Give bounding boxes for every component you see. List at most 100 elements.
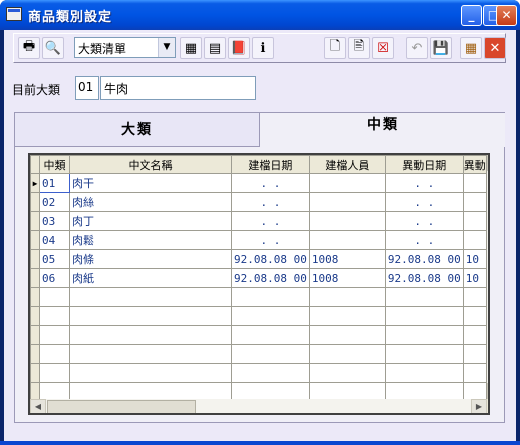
grid-cell[interactable]: . . xyxy=(384,230,464,250)
grid-cell[interactable]: 92.08.08 00 xyxy=(384,249,464,269)
grid-cell[interactable]: 1008 xyxy=(308,268,386,288)
column-header[interactable]: 中類 xyxy=(39,155,70,174)
grid-cell[interactable]: . . xyxy=(384,211,464,231)
book-icon[interactable]: 📕 xyxy=(228,37,250,59)
column-header[interactable]: 異動日期 xyxy=(384,155,464,174)
grid-cell[interactable] xyxy=(462,363,487,383)
grid-cell[interactable]: 03 xyxy=(39,211,70,231)
tab-minor-category[interactable]: 中類 xyxy=(261,113,505,147)
horizontal-scrollbar[interactable]: ◀ ▶ xyxy=(30,399,487,413)
grid-cell[interactable] xyxy=(308,287,386,307)
grid-cell[interactable] xyxy=(69,287,232,307)
grid-cell[interactable]: 肉絲 xyxy=(69,192,232,212)
column-header[interactable]: 異動 xyxy=(462,155,487,174)
grid-cell[interactable]: 92.08.08 00 xyxy=(384,268,464,288)
grid-cell[interactable] xyxy=(384,344,464,364)
grid-cell[interactable] xyxy=(231,344,310,364)
close-button[interactable]: ✕ xyxy=(496,5,517,26)
grid-cell[interactable] xyxy=(39,325,70,345)
grid-cell[interactable] xyxy=(384,287,464,307)
grid-cell[interactable]: 肉丁 xyxy=(69,211,232,231)
minor-category-grid[interactable]: 中類 中文名稱 建檔日期 建檔人員 異動日期 異動 ▶ 01 肉干. .. . 02 肉… xyxy=(28,153,490,415)
grid-cell[interactable] xyxy=(384,306,464,326)
grid-cell[interactable]: 肉紙 xyxy=(69,268,232,288)
scroll-left-icon[interactable]: ◀ xyxy=(30,399,46,413)
grid-cell[interactable] xyxy=(308,306,386,326)
save-icon[interactable]: 💾 xyxy=(430,37,452,59)
delete-record-icon[interactable]: ☒ xyxy=(372,37,394,59)
grid-cell[interactable] xyxy=(308,192,386,212)
grid-cell[interactable] xyxy=(69,325,232,345)
table-row[interactable]: 02 肉絲. .. . xyxy=(30,192,487,212)
column-header[interactable]: 中文名稱 xyxy=(69,155,232,174)
grid-cell[interactable] xyxy=(308,173,386,193)
grid-cell[interactable]: 10 xyxy=(462,249,487,269)
grid-cell[interactable] xyxy=(231,325,310,345)
grid-cell[interactable] xyxy=(462,344,487,364)
grid-cell[interactable] xyxy=(39,306,70,326)
table-row[interactable]: 04 肉鬆. .. . xyxy=(30,230,487,250)
category-list-select[interactable]: 大類清單 ▼ xyxy=(74,37,176,58)
grid-cell[interactable]: 01 xyxy=(39,173,70,193)
grid-cell[interactable]: 肉干 xyxy=(69,173,232,193)
grid-cell[interactable] xyxy=(308,363,386,383)
table-row[interactable] xyxy=(30,363,487,383)
table-row[interactable]: ▶ 01 肉干. .. . xyxy=(30,173,487,193)
grid-cell[interactable] xyxy=(308,230,386,250)
grid-cell[interactable] xyxy=(462,287,487,307)
grid-cell[interactable] xyxy=(39,287,70,307)
table-row[interactable] xyxy=(30,325,487,345)
grid-cell[interactable]: 04 xyxy=(39,230,70,250)
info-icon[interactable]: ℹ xyxy=(252,37,274,59)
table-row[interactable] xyxy=(30,344,487,364)
grid-cell[interactable]: 92.08.08 00 xyxy=(231,268,310,288)
table-row[interactable] xyxy=(30,306,487,326)
grid-cell[interactable] xyxy=(69,344,232,364)
grid-cell[interactable]: 肉鬆 xyxy=(69,230,232,250)
table-row[interactable]: 06 肉紙 92.08.08 00 1008 92.08.08 00 10 xyxy=(30,268,487,288)
title-bar[interactable]: 商品類別設定 _ □ ✕ xyxy=(0,0,520,30)
edit-record-icon[interactable]: 🖹 xyxy=(348,37,370,59)
scroll-down-icon[interactable]: ▼ xyxy=(487,383,488,399)
vertical-scrollbar[interactable]: ▲ ▼ xyxy=(487,155,488,399)
new-record-icon[interactable]: 🗋 xyxy=(324,37,346,59)
table-row[interactable]: 03 肉丁. .. . xyxy=(30,211,487,231)
minimize-button[interactable]: _ xyxy=(461,5,482,26)
current-category-code-field[interactable]: 01 xyxy=(75,76,99,100)
column-header[interactable]: 建檔日期 xyxy=(231,155,310,174)
grid-cell[interactable] xyxy=(39,344,70,364)
grid-cell[interactable]: . . xyxy=(231,192,310,212)
current-category-name-field[interactable]: 牛肉 xyxy=(100,76,256,100)
exit-icon[interactable]: ✕ xyxy=(484,37,506,59)
grid-cell[interactable]: 10 xyxy=(462,268,487,288)
grid-cell[interactable]: 肉條 xyxy=(69,249,232,269)
tab-major-category[interactable]: 大類 xyxy=(15,113,260,147)
grid-cell[interactable] xyxy=(462,230,487,250)
grid-cell[interactable]: . . xyxy=(384,192,464,212)
undo-icon[interactable]: ↶ xyxy=(406,37,428,59)
table-row[interactable]: 05 肉條 92.08.08 00 1008 92.08.08 00 10 xyxy=(30,249,487,269)
grid-cell[interactable]: 92.08.08 00 xyxy=(231,249,310,269)
grid-cell[interactable] xyxy=(69,306,232,326)
grid-cell[interactable] xyxy=(462,211,487,231)
horizontal-scroll-thumb[interactable] xyxy=(47,400,196,413)
grid-cell[interactable]: 06 xyxy=(39,268,70,288)
grid-cell[interactable]: . . xyxy=(231,230,310,250)
grid-cell[interactable] xyxy=(231,306,310,326)
grid-cell[interactable] xyxy=(231,363,310,383)
grid-cell[interactable] xyxy=(39,363,70,383)
grid-cell[interactable]: 1008 xyxy=(308,249,386,269)
grid-cell[interactable] xyxy=(384,363,464,383)
column-header[interactable]: 建檔人員 xyxy=(308,155,386,174)
grid-cell[interactable] xyxy=(308,325,386,345)
calculator-icon[interactable]: ▦ xyxy=(180,37,202,59)
grid-cell[interactable] xyxy=(69,363,232,383)
chevron-down-icon[interactable]: ▼ xyxy=(158,38,175,57)
grid-cell[interactable]: . . xyxy=(231,173,310,193)
grid-cell[interactable] xyxy=(308,211,386,231)
grid-cell[interactable] xyxy=(462,192,487,212)
grid-cell[interactable] xyxy=(462,325,487,345)
grid-cell[interactable]: . . xyxy=(231,211,310,231)
grid-view-icon[interactable]: ▦ xyxy=(460,37,482,59)
calendar-icon[interactable]: ▤ xyxy=(204,37,226,59)
